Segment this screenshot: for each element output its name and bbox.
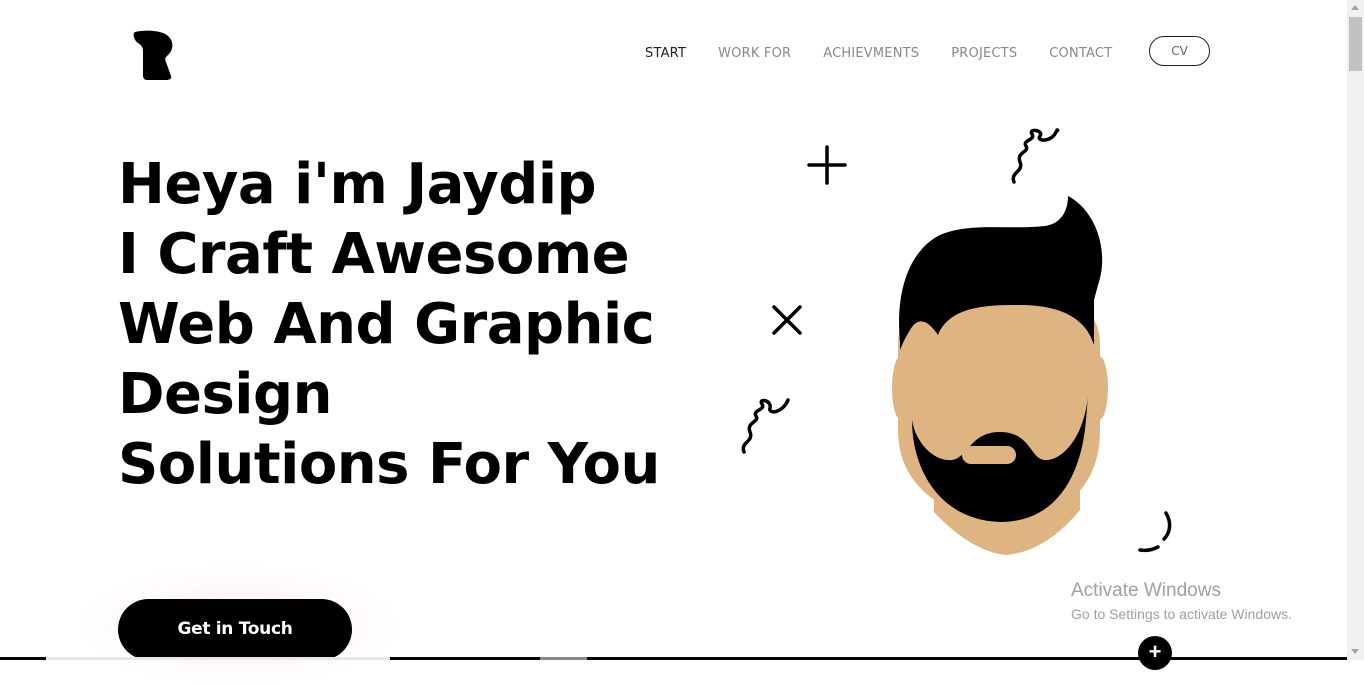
hero-line-1: Heya i'm Jaydip xyxy=(118,152,597,217)
squiggle-left-icon xyxy=(741,398,790,454)
avatar-illustration xyxy=(741,128,1172,555)
plus-fab-icon[interactable]: + xyxy=(1138,636,1172,670)
squiggle-top-icon xyxy=(1011,128,1060,184)
arc-decoration-icon xyxy=(1162,511,1172,541)
nav-start[interactable]: START xyxy=(645,44,686,64)
hero-line-2: I Craft Awesome xyxy=(118,222,630,287)
windows-activation-watermark: Activate Windows Go to Settings to activ… xyxy=(1071,580,1292,624)
scroll-down-arrow-icon[interactable] xyxy=(1351,649,1359,654)
main-nav: START WORK FOR ACHIEVMENTS PROJECTS CONT… xyxy=(645,44,1144,64)
cv-button[interactable]: CV xyxy=(1149,36,1210,66)
nav-contact[interactable]: CONTACT xyxy=(1049,44,1112,64)
hero-headline: Heya i'm Jaydip I Craft Awesome Web And … xyxy=(118,150,660,500)
hero-line-5: Solutions For You xyxy=(118,432,660,497)
scrollbar-track[interactable] xyxy=(1347,0,1364,660)
scrollbar-thumb[interactable] xyxy=(1349,17,1362,71)
nav-achievements[interactable]: ACHIEVMENTS xyxy=(823,44,919,64)
logo-icon[interactable] xyxy=(133,29,177,81)
hero-line-3: Web And Graphic xyxy=(118,292,655,357)
plus-decoration-icon xyxy=(807,145,847,185)
get-in-touch-button[interactable]: Get in Touch xyxy=(118,599,352,660)
watermark-title: Activate Windows xyxy=(1071,580,1221,601)
nav-projects[interactable]: PROJECTS xyxy=(951,44,1017,64)
mouth-shape xyxy=(962,446,1016,464)
hero-line-4: Design xyxy=(118,362,332,427)
scroll-up-arrow-icon[interactable] xyxy=(1351,5,1359,10)
watermark-subtitle: Go to Settings to activate Windows. xyxy=(1071,606,1292,622)
nav-work-for[interactable]: WORK FOR xyxy=(718,44,791,64)
x-decoration-icon xyxy=(772,305,802,335)
